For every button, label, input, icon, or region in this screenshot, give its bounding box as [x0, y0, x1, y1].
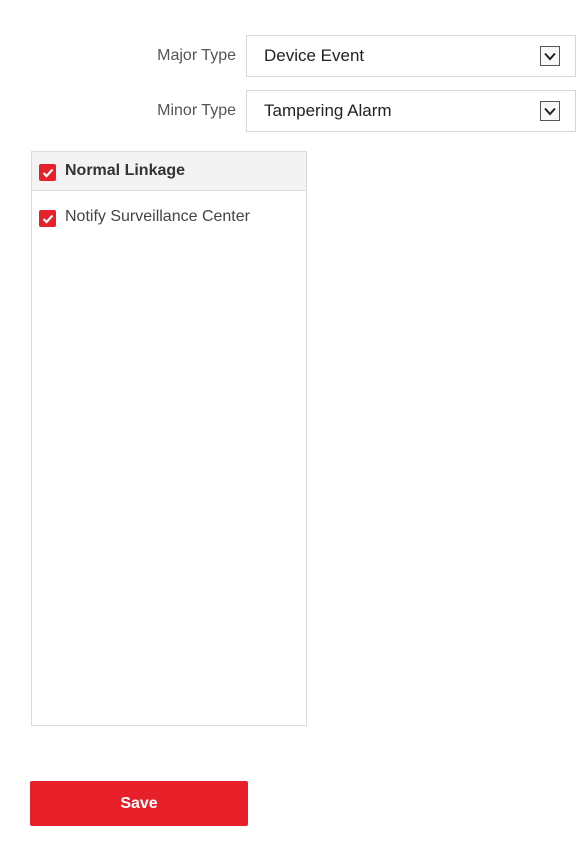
normal-linkage-panel: Normal Linkage Notify Surveillance Cente… — [31, 151, 307, 726]
normal-linkage-label: Normal Linkage — [65, 162, 186, 179]
major-type-select[interactable]: Device Event — [246, 35, 576, 77]
major-type-label: Major Type — [157, 47, 236, 64]
checkmark-icon — [42, 168, 53, 178]
minor-type-label: Minor Type — [157, 102, 236, 119]
major-type-row: Major Type Device Event — [0, 35, 576, 77]
save-button[interactable]: Save — [30, 781, 248, 826]
minor-type-value: Tampering Alarm — [264, 101, 392, 120]
normal-linkage-header: Normal Linkage — [32, 152, 306, 191]
minor-type-select[interactable]: Tampering Alarm — [246, 90, 576, 132]
normal-linkage-checkbox[interactable] — [39, 164, 56, 181]
chevron-down-icon[interactable] — [540, 101, 560, 121]
checkmark-icon — [42, 214, 53, 224]
notify-surveillance-center-checkbox[interactable] — [39, 210, 56, 227]
minor-type-row: Minor Type Tampering Alarm — [0, 90, 576, 132]
major-type-value: Device Event — [264, 46, 365, 65]
notify-surveillance-center-label: Notify Surveillance Center — [65, 208, 250, 225]
chevron-down-icon[interactable] — [540, 46, 560, 66]
